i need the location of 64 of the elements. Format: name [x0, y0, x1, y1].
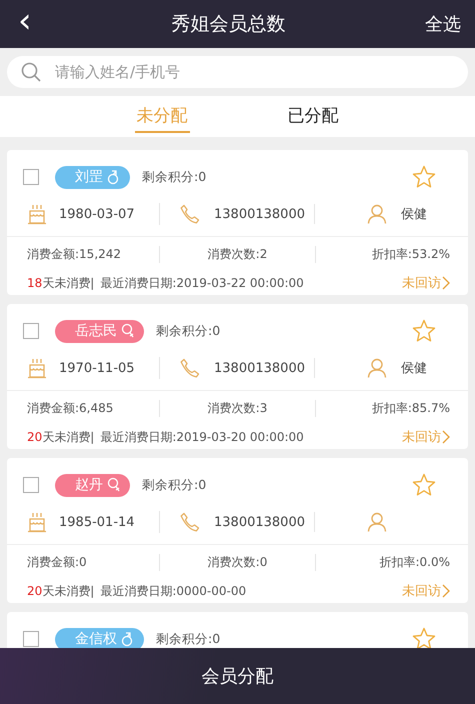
discount-text: 折扣率:0.0% [379, 554, 450, 570]
page-title: 秀姐会员总数 [171, 12, 286, 37]
points-text: 剩余积分:0 [142, 168, 206, 186]
amount-text: 消费金额:6,485 [27, 400, 114, 416]
checkbox[interactable] [23, 477, 39, 493]
tab[interactable]: 已分配 [286, 100, 340, 133]
phone-text: 13800138000 [214, 206, 305, 222]
last-purchase-text: 最近消费日期:2019-03-20 00:00:00 [100, 428, 304, 446]
points-text: 剩余积分:0 [156, 630, 220, 648]
cake-icon [27, 357, 47, 379]
phone-icon [180, 358, 200, 378]
idle-days-text: 20 [27, 584, 42, 598]
phone-text: 13800138000 [214, 514, 305, 530]
chevron-icon [442, 584, 450, 598]
last-purchase-text: 最近消费日期:2019-03-22 00:00:00 [100, 274, 304, 292]
count-text: 消费次数:0 [208, 554, 268, 570]
person-icon [367, 512, 387, 532]
star-icon[interactable] [412, 627, 436, 651]
search-field[interactable]: 请输入姓名/手机号 [7, 56, 468, 88]
birthday-text: 1985-01-14 [59, 514, 135, 530]
amount-text: 消费金额:15,242 [27, 246, 122, 262]
star-icon[interactable] [412, 165, 436, 189]
male-icon [107, 169, 121, 185]
idle-days-text: 20 [27, 430, 42, 444]
phone-icon [180, 512, 200, 532]
star-icon[interactable] [412, 319, 436, 343]
member-name-tag: 刘罡 [55, 166, 130, 188]
chevron-icon [442, 430, 450, 444]
cake-icon [27, 511, 47, 533]
back-button[interactable]: ‹ [18, 4, 32, 38]
phone-icon [180, 204, 200, 224]
idle-label: 天未消费| [42, 582, 94, 600]
points-text: 剩余积分:0 [156, 322, 220, 340]
checkbox[interactable] [23, 631, 39, 647]
count-text: 消费次数:3 [208, 400, 268, 416]
points-text: 剩余积分:0 [142, 476, 206, 494]
birthday-text: 1980-03-07 [59, 206, 135, 222]
female-icon [121, 323, 135, 339]
idle-label: 天未消费| [42, 428, 94, 446]
member-name-tag: 金信权 [55, 628, 144, 650]
idle-label: 天未消费| [42, 274, 94, 292]
idle-days-text: 18 [27, 276, 42, 290]
female-icon [107, 477, 121, 493]
male-icon [121, 631, 135, 647]
staff-text: 侯健 [401, 360, 427, 377]
count-text: 消费次数:2 [208, 246, 268, 262]
last-purchase-text: 最近消费日期:0000-00-00 [100, 582, 246, 600]
member-name-tag: 岳志民 [55, 320, 144, 342]
birthday-text: 1970-11-05 [59, 360, 135, 376]
discount-text: 折扣率:85.7% [372, 400, 450, 416]
person-icon [367, 204, 387, 224]
checkbox[interactable] [23, 169, 39, 185]
amount-text: 消费金额:0 [27, 554, 87, 570]
cake-icon [27, 203, 47, 225]
chevron-icon [442, 276, 450, 290]
star-icon[interactable] [412, 473, 436, 497]
checkbox[interactable] [23, 323, 39, 339]
assign-members-button[interactable]: 会员分配 [0, 648, 475, 704]
phone-text: 13800138000 [214, 360, 305, 376]
staff-text: 侯健 [401, 206, 427, 223]
person-icon [367, 358, 387, 378]
member-name-tag: 赵丹 [55, 474, 130, 496]
select-all-button[interactable]: 全选 [424, 12, 461, 36]
discount-text: 折扣率:53.2% [372, 246, 450, 262]
